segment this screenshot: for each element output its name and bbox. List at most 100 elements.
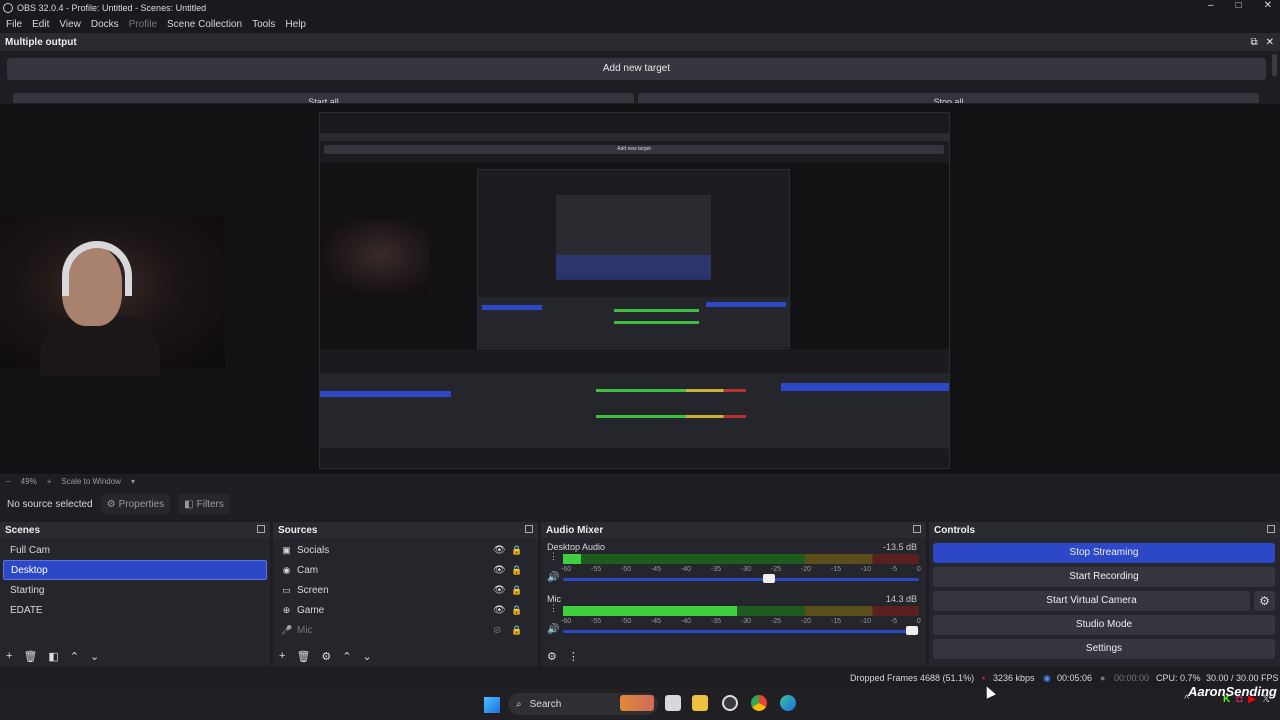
chrome-icon[interactable]: [751, 695, 767, 711]
speaker-icon[interactable]: 🔊: [547, 572, 559, 583]
properties-button[interactable]: ⚙ Properties: [100, 494, 171, 514]
maximize-button[interactable]: □: [1236, 0, 1242, 11]
scene-item-full-cam[interactable]: Full Cam: [3, 540, 267, 560]
add-icon[interactable]: +: [279, 650, 285, 663]
move-up-icon[interactable]: ⌃: [70, 650, 79, 663]
eye-icon[interactable]: 👁: [493, 545, 506, 556]
eye-hidden-icon[interactable]: ⊘: [493, 625, 501, 636]
eye-icon[interactable]: 👁: [493, 585, 506, 596]
menu-profile[interactable]: Profile: [129, 19, 157, 30]
move-up-icon[interactable]: ⌃: [342, 650, 351, 663]
dock-float-icon[interactable]: [1267, 525, 1275, 533]
fader-handle[interactable]: [905, 626, 918, 635]
menu-file[interactable]: File: [6, 19, 22, 30]
widgets-icon[interactable]: [620, 695, 654, 711]
stop-all-button[interactable]: Stop all: [638, 93, 1259, 103]
start-recording-button[interactable]: Start Recording: [933, 567, 1275, 587]
menu-scene-collection[interactable]: Scene Collection: [167, 19, 242, 30]
windows-start-icon[interactable]: [484, 697, 500, 713]
nested-screen-capture: Add new target: [319, 112, 950, 469]
eye-icon[interactable]: 👁: [493, 605, 506, 616]
dock-scrollbar[interactable]: [1272, 54, 1277, 76]
source-item-game[interactable]: ⊕ Game 👁 🔒: [273, 600, 538, 620]
obs-taskbar-icon[interactable]: [722, 695, 738, 711]
gear-icon: ⚙: [106, 498, 116, 510]
trash-icon[interactable]: 🗑: [296, 650, 310, 663]
fader-handle[interactable]: [763, 574, 776, 583]
dock-float-icon[interactable]: [913, 525, 921, 533]
task-view-icon[interactable]: [665, 695, 681, 711]
scale-tick: -25: [770, 566, 782, 573]
meter-level: [563, 560, 581, 564]
menu-edit[interactable]: Edit: [32, 19, 49, 30]
menu-tools[interactable]: Tools: [252, 19, 275, 30]
move-down-icon[interactable]: ⌄: [363, 650, 372, 663]
volume-fader[interactable]: [563, 630, 919, 633]
filter-icon[interactable]: ◧: [48, 650, 58, 663]
close-dock-icon[interactable]: ✕: [1266, 37, 1274, 48]
trash-icon[interactable]: 🗑: [23, 650, 37, 663]
scale-tick: -30: [740, 618, 752, 625]
more-options-icon[interactable]: ⋮: [549, 551, 558, 562]
scale-tick: -25: [770, 618, 782, 625]
inner-stop-streaming: [706, 302, 786, 307]
add-icon[interactable]: +: [6, 650, 12, 663]
search-label: Search: [529, 698, 562, 710]
eye-icon[interactable]: 👁: [493, 565, 506, 576]
zoom-out-icon[interactable]: −: [6, 477, 11, 486]
status-bar: Dropped Frames 4688 (51.1%) ▪ 3236 kbps …: [0, 669, 1280, 687]
lock-icon[interactable]: 🔒: [511, 605, 522, 616]
scale-tick: -35: [710, 618, 722, 625]
source-item-socials[interactable]: ▣ Socials 👁 🔒: [273, 540, 538, 560]
nested-inner-capture: [477, 169, 790, 349]
move-down-icon[interactable]: ⌄: [90, 650, 99, 663]
float-dock-icon[interactable]: ⧉: [1250, 37, 1257, 48]
chevron-down-icon[interactable]: ▾: [131, 477, 135, 486]
close-button[interactable]: ✕: [1264, 0, 1272, 11]
scene-item-desktop[interactable]: Desktop: [3, 560, 267, 580]
add-new-target-button[interactable]: Add new target: [7, 58, 1266, 80]
menu-help[interactable]: Help: [285, 19, 306, 30]
settings-button[interactable]: Settings: [933, 639, 1275, 659]
lock-icon[interactable]: 🔒: [511, 625, 522, 636]
dock-float-icon[interactable]: [257, 525, 265, 533]
controls-header: Controls: [929, 522, 1280, 538]
speaker-icon[interactable]: 🔊: [547, 624, 559, 635]
gear-icon[interactable]: ⚙: [321, 650, 331, 663]
more-options-icon[interactable]: ⋮: [568, 650, 579, 663]
sources-dock: Sources ▣ Socials 👁 🔒 ◉ Cam 👁 🔒 ▭ Screen…: [273, 522, 538, 666]
menu-bar: File Edit View Docks Profile Scene Colle…: [0, 15, 1280, 33]
more-options-icon[interactable]: ⋮: [549, 603, 558, 614]
start-virtual-camera-button[interactable]: Start Virtual Camera: [933, 591, 1250, 611]
scenes-footer: + 🗑 ◧ ⌃ ⌄: [0, 650, 99, 663]
menu-view[interactable]: View: [59, 19, 81, 30]
source-item-mic[interactable]: 🎤 Mic ⊘ 🔒: [273, 620, 538, 640]
source-item-screen[interactable]: ▭ Screen 👁 🔒: [273, 580, 538, 600]
lock-icon[interactable]: 🔒: [511, 585, 522, 596]
menu-docks[interactable]: Docks: [91, 19, 119, 30]
scene-item-starting[interactable]: Starting: [3, 580, 267, 600]
lock-icon[interactable]: 🔒: [511, 545, 522, 556]
scenes-dock: Scenes Full Cam Desktop Starting EDATE +…: [0, 522, 270, 666]
zoom-in-icon[interactable]: +: [47, 477, 52, 486]
minimize-button[interactable]: –: [1208, 0, 1214, 11]
dock-float-icon[interactable]: [525, 525, 533, 533]
properties-label: Properties: [118, 498, 165, 510]
studio-mode-button[interactable]: Studio Mode: [933, 615, 1275, 635]
scale-mode-select[interactable]: Scale to Window: [61, 477, 121, 486]
volume-meter: [563, 560, 919, 564]
scale-tick: -5: [890, 618, 898, 625]
lock-icon[interactable]: 🔒: [511, 565, 522, 576]
edge-icon[interactable]: [780, 695, 796, 711]
stop-streaming-button[interactable]: Stop Streaming: [933, 543, 1275, 563]
scene-item-edate[interactable]: EDATE: [3, 600, 267, 620]
inner-meter-2: [614, 321, 699, 324]
filters-button[interactable]: ◧ Filters: [178, 494, 230, 514]
start-all-button[interactable]: Start all: [13, 93, 634, 103]
advanced-audio-icon[interactable]: ⚙: [547, 650, 557, 663]
multiple-output-title: Multiple output: [5, 36, 77, 48]
file-explorer-icon[interactable]: [692, 695, 708, 711]
virtual-camera-settings-icon[interactable]: ⚙: [1254, 591, 1275, 611]
source-item-cam[interactable]: ◉ Cam 👁 🔒: [273, 560, 538, 580]
volume-fader[interactable]: [563, 578, 919, 581]
